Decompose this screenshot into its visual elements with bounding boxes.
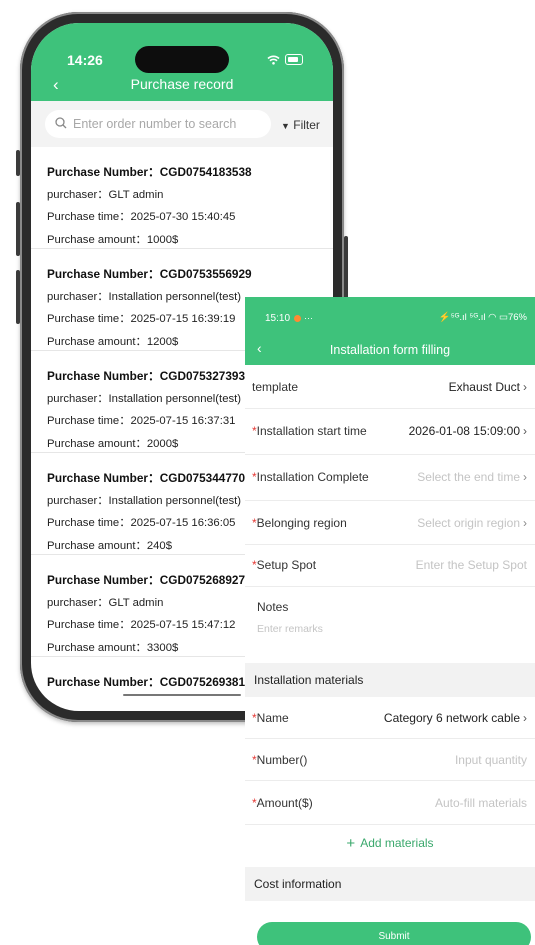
volume-up-button <box>16 202 20 256</box>
purchase-number: Purchase Number：CGD0754183538 <box>47 165 252 179</box>
app-header: 14:26 ‹ Purchase record <box>31 23 333 101</box>
materials-section-header: Installation materials <box>245 663 535 697</box>
material-name-row[interactable]: *Name Category 6 network cable › <box>245 697 535 739</box>
page-title: Purchase record <box>130 76 234 92</box>
material-number-label: *Number() <box>252 753 307 767</box>
notes-input[interactable]: Enter remarks <box>257 623 323 635</box>
material-amount-row[interactable]: *Amount($) Auto-fill materials <box>245 781 535 825</box>
search-placeholder: Enter order number to search <box>73 117 237 131</box>
complete-placeholder-text: Select the end time <box>417 470 520 484</box>
region-label: *Belonging region <box>252 516 347 530</box>
start-time-value: 2026-01-08 15:09:00 › <box>409 424 527 438</box>
form-header: 15:10 ··· ⚡⁵ᴳ.ıl ⁵ᴳ.ıl ◠ ▭76% ‹ Installat… <box>245 297 535 365</box>
form-status-icons: ⚡⁵ᴳ.ıl ⁵ᴳ.ıl ◠ ▭76% <box>438 312 527 323</box>
search-bar: Enter order number to search ▼ Filter <box>31 101 333 147</box>
purchase-number: Purchase Number：CGD0753556929 <box>47 267 252 281</box>
chevron-right-icon: › <box>523 470 527 484</box>
amount-input[interactable]: Auto-fill materials <box>435 796 527 810</box>
search-icon <box>55 116 67 132</box>
region-label-text: Belonging region <box>256 516 347 530</box>
setup-spot-label-text: Setup Spot <box>256 558 317 572</box>
status-more: ··· <box>304 313 314 323</box>
start-time-value-text: 2026-01-08 15:09:00 <box>408 424 520 438</box>
list-item[interactable]: Purchase Number：CGD0754183538 purchaser：… <box>31 147 333 249</box>
material-number-row[interactable]: *Number() Input quantity <box>245 739 535 781</box>
setup-spot-row[interactable]: *Setup Spot Enter the Setup Spot <box>245 545 535 587</box>
start-time-label-text: Installation start time <box>256 424 367 438</box>
filter-button[interactable]: ▼ Filter <box>281 118 320 132</box>
chevron-right-icon: › <box>523 424 527 438</box>
cost-section-title: Cost information <box>254 877 342 891</box>
silent-switch <box>16 150 20 176</box>
status-icons <box>267 54 303 65</box>
battery-icon <box>285 54 303 65</box>
material-number-label-text: Number() <box>256 753 308 767</box>
material-name-value-text: Category 6 network cable <box>383 711 520 725</box>
installation-form-screen: 15:10 ··· ⚡⁵ᴳ.ıl ⁵ᴳ.ıl ◠ ▭76% ‹ Installat… <box>245 297 535 945</box>
submit-button[interactable]: Submit <box>257 922 531 945</box>
dynamic-island <box>135 46 229 73</box>
materials-section-title: Installation materials <box>254 673 364 687</box>
template-value: Exhaust Duct › <box>449 380 527 394</box>
notes-label: Notes <box>257 600 289 614</box>
complete-time-row[interactable]: *Installation Complete Select the end ti… <box>245 455 535 501</box>
volume-down-button <box>16 270 20 324</box>
purchase-amount: Purchase amount：1000$ <box>47 233 179 246</box>
start-time-row[interactable]: *Installation start time 2026-01-08 15:0… <box>245 409 535 455</box>
chevron-right-icon: › <box>523 380 527 394</box>
purchase-time: Purchase time：2025-07-30 15:40:45 <box>47 211 236 224</box>
complete-label: *Installation Complete <box>252 470 369 484</box>
quantity-input[interactable]: Input quantity <box>455 753 527 767</box>
template-value-text: Exhaust Duct <box>448 380 520 394</box>
notification-dot-icon <box>294 314 302 322</box>
template-row[interactable]: template Exhaust Duct › <box>245 365 535 409</box>
setup-spot-input[interactable]: Enter the Setup Spot <box>416 558 527 572</box>
region-placeholder: Select origin region › <box>417 516 527 530</box>
material-name-label: *Name <box>252 711 289 725</box>
add-materials-button[interactable]: + Add materials <box>245 835 535 852</box>
wifi-icon <box>267 55 280 65</box>
status-time-text: 15:10 <box>265 313 291 324</box>
cost-section-header: Cost information <box>245 867 535 901</box>
material-amount-label: *Amount($) <box>252 796 313 810</box>
form-title: Installation form filling <box>329 343 451 357</box>
notes-row[interactable]: Notes Enter remarks <box>245 587 535 663</box>
material-amount-label-text: Amount($) <box>256 796 313 810</box>
material-name-value: Category 6 network cable › <box>384 711 527 725</box>
add-materials-label: Add materials <box>360 836 434 850</box>
chevron-right-icon: › <box>523 516 527 530</box>
home-indicator <box>123 694 241 696</box>
plus-icon: + <box>346 835 356 852</box>
complete-placeholder: Select the end time › <box>417 470 527 484</box>
template-label: template <box>252 380 299 394</box>
material-name-label-text: Name <box>256 711 289 725</box>
setup-spot-label: *Setup Spot <box>252 558 316 572</box>
filter-triangle-icon: ▼ <box>281 121 290 131</box>
region-placeholder-text: Select origin region <box>417 516 520 530</box>
start-time-label: *Installation start time <box>252 424 367 438</box>
search-input[interactable]: Enter order number to search <box>45 110 271 138</box>
status-time: 14:26 <box>67 52 103 68</box>
purchaser: purchaser：GLT admin <box>47 188 164 201</box>
region-row[interactable]: *Belonging region Select origin region › <box>245 501 535 545</box>
filter-label: Filter <box>293 118 320 132</box>
complete-label-text: Installation Complete <box>256 470 369 484</box>
chevron-right-icon: › <box>523 711 527 725</box>
form-status-time: 15:10 ··· <box>265 313 313 324</box>
